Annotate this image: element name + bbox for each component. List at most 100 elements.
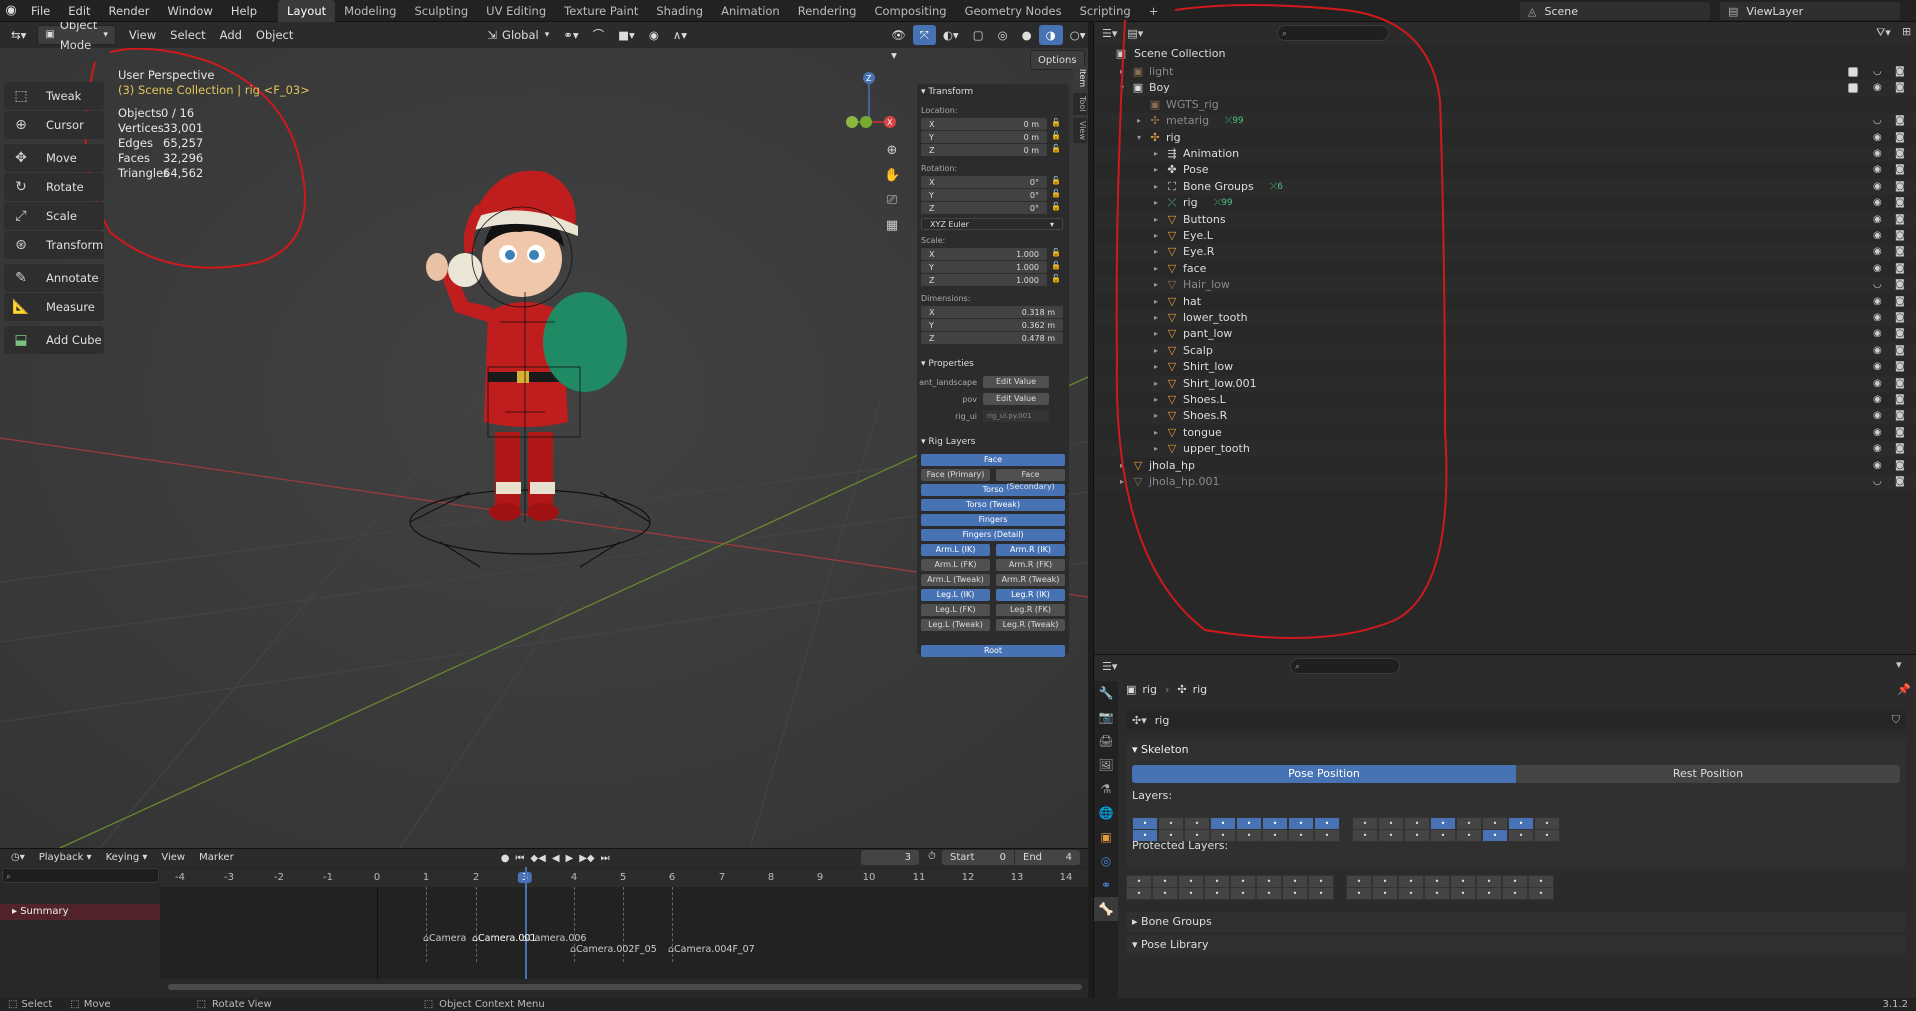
bone-layer-toggle[interactable]: •	[1282, 887, 1308, 900]
exclude-checkbox[interactable]	[1848, 83, 1858, 94]
expand-closed-icon[interactable]: ▸	[1151, 212, 1161, 228]
add-workspace-icon[interactable]: +	[1140, 0, 1168, 22]
visibility-eye-icon[interactable]: ◉	[1873, 343, 1882, 359]
rig-layer-face[interactable]: Face	[921, 454, 1065, 466]
outliner-row[interactable]: ▾ ▣ Boy ◉ ◙	[1094, 80, 1916, 97]
location-z-field[interactable]: Z0 m	[921, 144, 1047, 156]
constraints-icon[interactable]: ⚭	[1094, 873, 1118, 897]
visibility-eye-icon[interactable]: ◉	[1873, 261, 1882, 277]
camera-marker[interactable]: ⌂Camera.004F_07	[668, 944, 755, 955]
visibility-eye-icon[interactable]: ◉	[1873, 146, 1882, 162]
visibility-eye-icon[interactable]: ◡	[1873, 474, 1882, 490]
rotation-z-field[interactable]: Z 0°	[921, 202, 1047, 214]
tool-cursor[interactable]: ⊕ Cursor	[4, 111, 104, 139]
expand-closed-icon[interactable]: ▸	[1151, 261, 1161, 277]
camera-marker[interactable]: ⌂Camera	[423, 933, 466, 944]
menu-edit[interactable]: Edit	[59, 0, 99, 22]
bone-layer-toggle[interactable]: •	[1126, 887, 1152, 900]
expand-closed-icon[interactable]: ▸	[1151, 146, 1161, 162]
outliner-row[interactable]: ▸ ▽ hat ◉ ◙	[1094, 294, 1916, 310]
rig-layer-leg-l-tweak[interactable]: Leg.L (Tweak)	[921, 619, 990, 631]
location-x-field[interactable]: X0 m	[921, 118, 1047, 130]
tab-tool[interactable]: Tool	[1073, 93, 1087, 115]
outliner-row[interactable]: ▸ ✣ metarig ⤫99 ◡ ◙	[1094, 113, 1916, 130]
render-camera-icon[interactable]: ◙	[1895, 80, 1905, 96]
lock-icon[interactable]: 🔓	[1051, 261, 1061, 270]
render-camera-icon[interactable]: ◙	[1895, 261, 1905, 277]
pivot-icon[interactable]: ⚭▾	[556, 25, 585, 45]
frame-ruler[interactable]: -4 -3 -2 -1 0 1 2 3 4 5 6 7 8 9 10 11 12…	[160, 869, 1088, 887]
rig-layer-face-secondary[interactable]: Face (Secondary)	[996, 469, 1065, 491]
expand-closed-icon[interactable]: ▸	[1134, 113, 1144, 129]
expand-closed-icon[interactable]: ▸	[1151, 326, 1161, 342]
tab-uv-editing[interactable]: UV Editing	[477, 0, 555, 22]
expand-closed-icon[interactable]: ▸	[1151, 179, 1161, 195]
falloff-icon[interactable]: ∧▾	[666, 25, 694, 45]
bone-layer-toggle[interactable]: •	[1152, 887, 1178, 900]
expand-closed-icon[interactable]: ▸	[1151, 408, 1161, 424]
menu-keying[interactable]: Keying ▾	[99, 850, 155, 866]
world-icon[interactable]: 🌐	[1094, 801, 1118, 825]
rig-layer-root[interactable]: Root	[921, 645, 1065, 657]
expand-closed-icon[interactable]: ▸	[1151, 441, 1161, 457]
fake-user-shield-icon[interactable]: ⛉	[1892, 713, 1900, 727]
visibility-eye-icon[interactable]: ◉	[1873, 244, 1882, 260]
render-camera-icon[interactable]: ◙	[1895, 376, 1905, 392]
expand-closed-icon[interactable]: ▸	[1117, 64, 1127, 80]
rig-layer-fingers[interactable]: Fingers	[921, 514, 1065, 526]
bone-layer-toggle[interactable]: •	[1528, 887, 1554, 900]
rig-layer-arm-r-tweak[interactable]: Arm.R (Tweak)	[996, 574, 1065, 586]
render-camera-icon[interactable]: ◙	[1895, 195, 1905, 211]
snap-icon[interactable]: ⌒	[586, 25, 612, 45]
tab-item[interactable]: Item	[1073, 66, 1087, 91]
menu-help[interactable]: Help	[222, 0, 266, 22]
visibility-eye-icon[interactable]: ◉	[1873, 458, 1882, 474]
visibility-eye-icon[interactable]: ◡	[1873, 113, 1882, 129]
outliner-row[interactable]: ▸ ▽ tongue ◉ ◙	[1094, 425, 1916, 441]
outliner-search-input[interactable]: ⌕	[1277, 25, 1389, 41]
pose-position-button[interactable]: Pose Position	[1132, 765, 1516, 783]
bone-layer-toggle[interactable]: •	[1230, 887, 1256, 900]
menu-view[interactable]: View	[154, 850, 192, 866]
bone-layer-toggle[interactable]: •	[1352, 829, 1378, 842]
snap-target-icon[interactable]: ■▾	[611, 25, 642, 45]
bone-layer-toggle[interactable]: •	[1430, 829, 1456, 842]
outliner-row[interactable]: ▸ ✤ Pose ◉ ◙	[1094, 162, 1916, 178]
expand-closed-icon[interactable]: ▸	[1151, 277, 1161, 293]
tool-tweak[interactable]: ⬚ Tweak	[4, 82, 104, 110]
properties-search-input[interactable]: ⌕	[1290, 658, 1400, 674]
tab-compositing[interactable]: Compositing	[865, 0, 955, 22]
outliner-row[interactable]: ▸ ▽ Eye.L ◉ ◙	[1094, 228, 1916, 244]
material-shading-icon[interactable]: ◑	[1038, 25, 1063, 45]
outliner-row[interactable]: ▸ ▽ Eye.R ◉ ◙	[1094, 244, 1916, 261]
pose-library-panel-header[interactable]: ▾ Pose Library	[1126, 935, 1906, 955]
new-collection-icon[interactable]: ⊞	[1902, 25, 1911, 38]
bone-layer-toggle[interactable]: •	[1372, 887, 1398, 900]
bone-layer-toggle[interactable]: •	[1482, 829, 1508, 842]
render-camera-icon[interactable]: ◙	[1895, 343, 1905, 359]
rig-layer-torso-tweak[interactable]: Torso (Tweak)	[921, 499, 1065, 511]
proportional-edit-icon[interactable]: ◉	[642, 25, 666, 45]
render-camera-icon[interactable]: ◙	[1895, 146, 1905, 162]
overlay-toggle-icon[interactable]: ◐▾	[936, 25, 966, 45]
rig-layer-arm-r-ik[interactable]: Arm.R (IK)	[996, 544, 1065, 556]
outliner-row[interactable]: ▸ ▽ upper_tooth ◉ ◙	[1094, 441, 1916, 458]
rig-ui-field[interactable]: rig_ui.py.001	[983, 410, 1049, 422]
expand-closed-icon[interactable]: ▸	[1151, 162, 1161, 178]
edit-value-button[interactable]: Edit Value	[983, 376, 1049, 388]
visibility-eye-icon[interactable]: ◉	[1873, 80, 1882, 96]
rig-layers-header[interactable]: ▾ Rig Layers	[917, 434, 1069, 450]
visibility-eye-icon[interactable]: ◉	[1873, 408, 1882, 424]
expand-closed-icon[interactable]: ▸	[1151, 310, 1161, 326]
outliner-row[interactable]: ▸ ▽ Shoes.R ◉ ◙	[1094, 408, 1916, 425]
visibility-eye-icon[interactable]: ◉	[1873, 441, 1882, 457]
summary-channel[interactable]: ▸ Summary	[0, 904, 160, 920]
tool-rotate[interactable]: ↻ Rotate	[4, 173, 104, 201]
editor-type-icon[interactable]: ☰▾	[1102, 27, 1117, 40]
visibility-eye-icon[interactable]: ◉	[1873, 162, 1882, 178]
bone-layer-toggle[interactable]: •	[1288, 829, 1314, 842]
render-camera-icon[interactable]: ◙	[1895, 294, 1905, 310]
outliner-row[interactable]: ▸ ▽ Shirt_low ◉ ◙	[1094, 359, 1916, 375]
tab-scripting[interactable]: Scripting	[1071, 0, 1140, 22]
armature-data-icon[interactable]: 🦴	[1094, 897, 1118, 921]
